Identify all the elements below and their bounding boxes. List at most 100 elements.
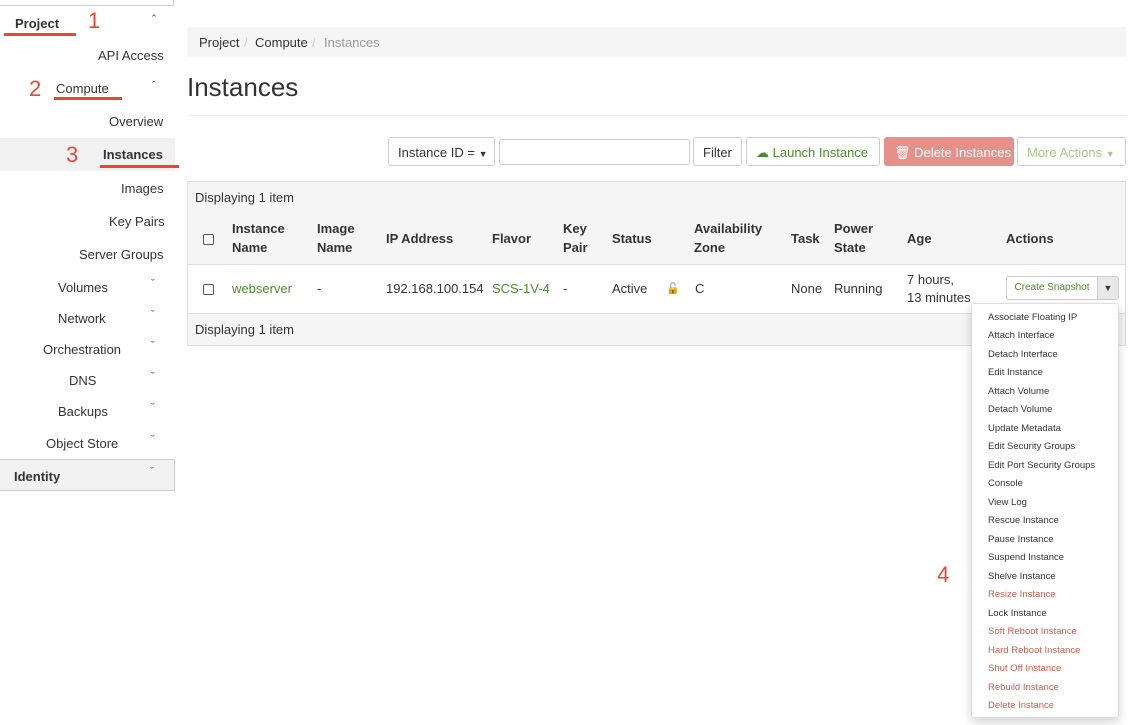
menu-item-resize-instance[interactable]: Resize Instance xyxy=(988,589,1056,600)
sidebar-item-backups[interactable]: Backups xyxy=(58,404,108,419)
sidebar-item-instances[interactable]: Instances xyxy=(103,147,163,162)
more-actions-button[interactable]: More Actions ▼ xyxy=(1017,137,1126,166)
sidebar-project-label: Project xyxy=(15,16,60,31)
select-all-checkbox[interactable] xyxy=(203,234,214,245)
cell-ip-address: 192.168.100.154 xyxy=(386,281,484,296)
header-instance-name[interactable]: Instance Name xyxy=(232,219,285,257)
filter-field-select[interactable]: Instance ID = ▼ xyxy=(388,137,495,166)
header-task[interactable]: Task xyxy=(791,229,820,248)
sidebar-item-server-groups[interactable]: Server Groups xyxy=(79,247,164,262)
breadcrumb-instances: Instances xyxy=(324,35,380,50)
menu-item-edit-security-groups[interactable]: Edit Security Groups xyxy=(988,441,1075,452)
sidebar-item-compute[interactable]: Compute xyxy=(56,81,109,96)
search-input[interactable] xyxy=(499,139,690,165)
sidebar-item-overview[interactable]: Overview xyxy=(109,114,163,129)
header-status[interactable]: Status xyxy=(612,229,652,248)
sidebar-identity-label: Identity xyxy=(14,469,61,484)
sidebar-item-orchestration[interactable]: Orchestration xyxy=(43,342,121,357)
cell-task: None xyxy=(791,281,823,296)
sidebar-item-network[interactable]: Network xyxy=(58,311,106,326)
table-count-top: Displaying 1 item xyxy=(195,190,294,205)
annotation-number-1: 1 xyxy=(88,8,101,33)
unlock-icon: 🔓 xyxy=(666,283,680,295)
annotation-number-2: 2 xyxy=(29,76,42,101)
table-count-bottom: Displaying 1 item xyxy=(195,322,294,337)
caret-down-icon: ▼ xyxy=(1103,283,1113,293)
annotation-number-3: 3 xyxy=(66,142,79,167)
sidebar-identity-header[interactable]: Identity ˇ xyxy=(0,459,175,491)
header-power-state[interactable]: Power State xyxy=(834,219,873,257)
breadcrumb-project[interactable]: Project xyxy=(199,35,239,50)
menu-item-edit-instance[interactable]: Edit Instance xyxy=(988,367,1043,378)
header-key-pair[interactable]: Key Pair xyxy=(563,219,588,257)
cloud-upload-icon: ☁ xyxy=(756,145,769,160)
sidebar-item-api-access[interactable]: API Access xyxy=(98,48,164,63)
menu-item-console[interactable]: Console xyxy=(988,478,1023,489)
menu-item-rebuild-instance[interactable]: Rebuild Instance xyxy=(988,682,1059,693)
menu-item-lock-instance[interactable]: Lock Instance xyxy=(988,608,1047,619)
instance-name-link[interactable]: webserver xyxy=(232,280,292,298)
menu-item-update-metadata[interactable]: Update Metadata xyxy=(988,423,1061,434)
chevron-down-icon: ˇ xyxy=(151,371,155,383)
chevron-down-icon: ˇ xyxy=(151,278,155,290)
menu-item-pause-instance[interactable]: Pause Instance xyxy=(988,534,1054,545)
breadcrumb-separator: / xyxy=(244,35,248,50)
sidebar: Project ˆ API Access Compute ˆ Overview … xyxy=(0,0,175,725)
filter-button[interactable]: Filter xyxy=(693,137,742,166)
chevron-down-icon: ˇ xyxy=(151,434,155,446)
more-actions-label: More Actions xyxy=(1027,145,1103,160)
breadcrumb-compute[interactable]: Compute xyxy=(255,35,308,50)
menu-item-attach-volume[interactable]: Attach Volume xyxy=(988,386,1049,397)
chevron-down-icon: ˇ xyxy=(150,466,154,478)
menu-item-edit-port-security-groups[interactable]: Edit Port Security Groups xyxy=(988,460,1095,471)
annotation-underline-2 xyxy=(54,97,122,100)
menu-item-attach-interface[interactable]: Attach Interface xyxy=(988,330,1055,341)
cell-key-pair: - xyxy=(563,281,568,296)
header-image-name[interactable]: Image Name xyxy=(317,219,355,257)
sidebar-item-volumes[interactable]: Volumes xyxy=(58,280,108,295)
cell-power-state: Running xyxy=(834,281,883,296)
trash-icon: 🗑 xyxy=(894,145,911,160)
cell-availability-zone: C xyxy=(695,281,705,296)
menu-item-suspend-instance[interactable]: Suspend Instance xyxy=(988,552,1064,563)
annotation-underline-3 xyxy=(100,165,179,168)
menu-item-hard-reboot-instance[interactable]: Hard Reboot Instance xyxy=(988,645,1080,656)
flavor-link[interactable]: SCS-1V-4 xyxy=(492,280,550,298)
chevron-up-icon: ˆ xyxy=(152,14,156,26)
header-availability-zone[interactable]: Availability Zone xyxy=(694,219,762,257)
menu-item-soft-reboot-instance[interactable]: Soft Reboot Instance xyxy=(988,626,1077,637)
header-actions: Actions xyxy=(1006,231,1054,246)
breadcrumb: Project / Compute / Instances xyxy=(187,27,1126,57)
row-actions-toggle[interactable]: ▼ xyxy=(1097,276,1119,300)
launch-instance-button[interactable]: ☁ Launch Instance xyxy=(746,137,880,166)
menu-item-associate-floating-ip[interactable]: Associate Floating IP xyxy=(988,312,1077,323)
row-actions-dropdown: Associate Floating IP Attach Interface D… xyxy=(971,303,1119,718)
annotation-underline-1 xyxy=(4,33,76,36)
cell-age: 7 hours, 13 minutes xyxy=(907,272,971,305)
chevron-up-icon: ˆ xyxy=(152,80,156,92)
sidebar-item-object-store[interactable]: Object Store xyxy=(46,436,118,451)
menu-item-detach-interface[interactable]: Detach Interface xyxy=(988,349,1058,360)
menu-item-view-log[interactable]: View Log xyxy=(988,497,1027,508)
chevron-down-icon: ˇ xyxy=(151,309,155,321)
caret-down-icon: ▼ xyxy=(1105,149,1115,159)
breadcrumb-separator: / xyxy=(312,35,316,50)
row-checkbox[interactable] xyxy=(203,284,214,295)
header-age[interactable]: Age xyxy=(907,229,932,248)
delete-instances-label: Delete Instances xyxy=(914,145,1011,160)
delete-instances-button[interactable]: 🗑 Delete Instances xyxy=(884,137,1014,166)
menu-item-delete-instance[interactable]: Delete Instance xyxy=(988,700,1054,711)
sidebar-item-key-pairs[interactable]: Key Pairs xyxy=(109,214,165,229)
cell-status: Active xyxy=(612,281,648,296)
menu-item-detach-volume[interactable]: Detach Volume xyxy=(988,404,1052,415)
header-ip-address[interactable]: IP Address xyxy=(386,229,453,248)
menu-item-rescue-instance[interactable]: Rescue Instance xyxy=(988,515,1059,526)
header-flavor[interactable]: Flavor xyxy=(492,229,531,248)
menu-item-shut-off-instance[interactable]: Shut Off Instance xyxy=(988,663,1061,674)
filter-field-label: Instance ID = xyxy=(398,145,475,160)
sidebar-item-images[interactable]: Images xyxy=(121,181,164,196)
caret-down-icon: ▼ xyxy=(478,149,488,159)
sidebar-item-dns[interactable]: DNS xyxy=(69,373,96,388)
menu-item-shelve-instance[interactable]: Shelve Instance xyxy=(988,571,1056,582)
create-snapshot-button[interactable]: Create Snapshot xyxy=(1006,276,1098,300)
